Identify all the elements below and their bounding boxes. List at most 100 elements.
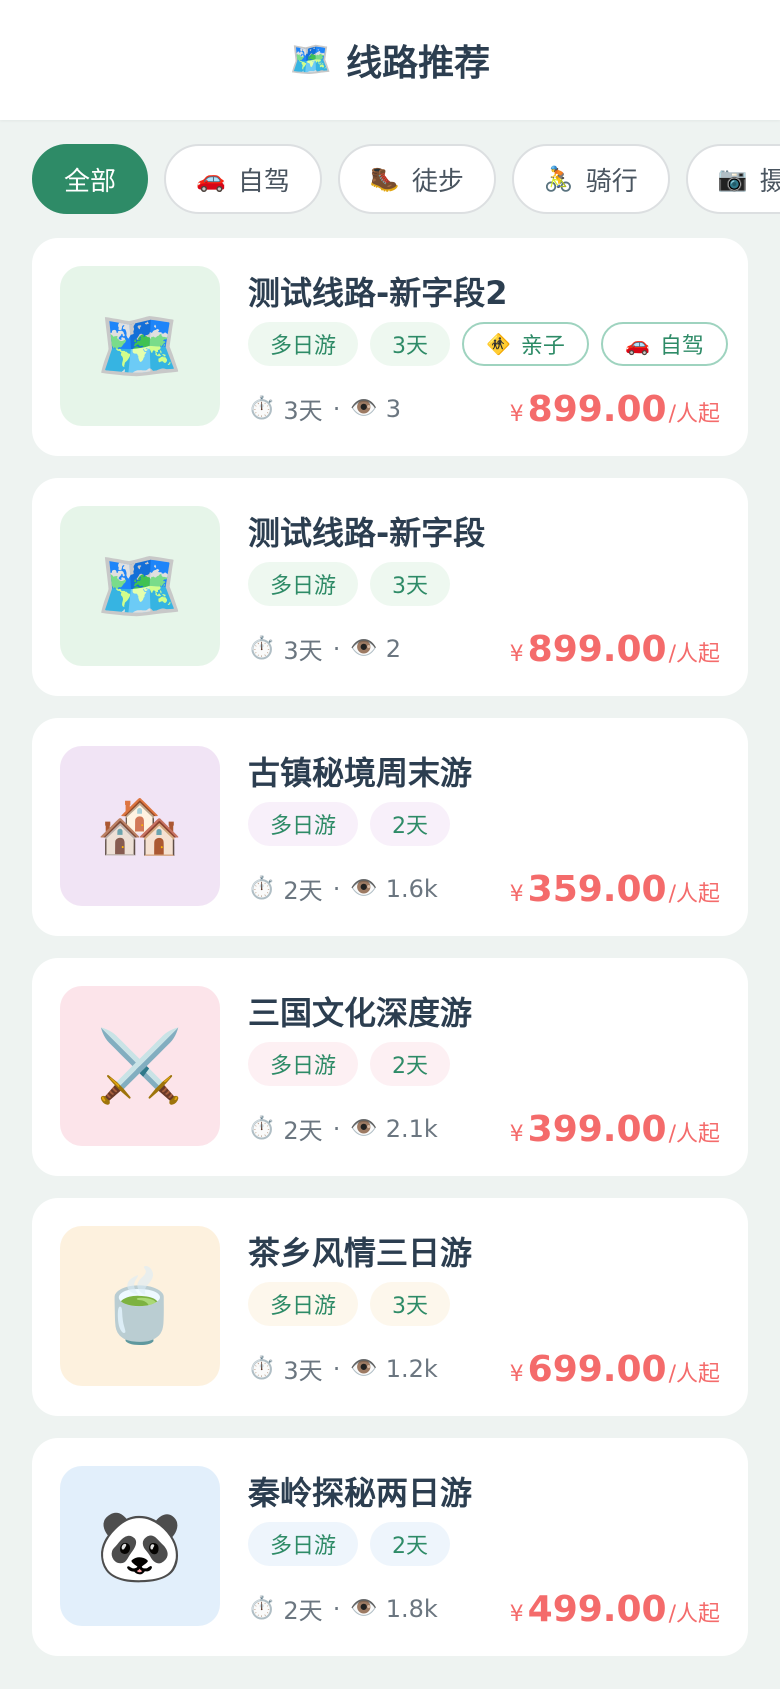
price-currency: ¥ [509,882,524,907]
stopwatch-icon: ⏱️ [248,876,276,901]
route-price: ¥499.00/人起 [510,1589,720,1630]
route-card[interactable]: 🐼 秦岭探秘两日游 多日游 2天 ⏱️ 2天 · 👁️ 1.8k ¥499.00/人起 [32,1438,748,1656]
price-unit: /人起 [668,882,720,907]
page-header: 🗺️ 线路推荐 [0,0,780,120]
route-tag: 3天 [370,322,451,366]
route-title: 秦岭探秘两日游 [248,1474,473,1512]
car-icon: 🚗 [624,332,650,356]
price-currency: ¥ [509,642,524,667]
route-card[interactable]: 🏘️ 古镇秘境周末游多日游 2天 ⏱️ 2天 · 👁️ 1.6k ¥359.00/人起 [32,718,748,936]
route-title: 茶乡风情三日游 [248,1234,473,1272]
route-price: ¥899.00/人起 [510,629,720,670]
duration-value: 2天 [283,1597,323,1625]
filter-chip-0[interactable]: 全部 [32,144,149,214]
header-title-group: 🗺️ 线路推荐 [290,34,490,86]
price-currency: ¥ [509,1602,524,1627]
route-price: ¥699.00/人起 [510,1349,720,1390]
stopwatch-icon: ⏱️ [248,396,276,421]
panda-icon: 🐼 [60,1466,220,1626]
views-count: 2 [385,634,402,663]
views-count: 1.8k [385,1594,438,1623]
route-tags: 多日游 2天 [248,802,451,846]
meta-separator: · [332,394,341,423]
filter-chip-3[interactable]: 🚴 骑行 [511,144,670,214]
route-tag: 3天 [370,1282,451,1326]
route-tags: 多日游 3天 [248,1282,451,1326]
page-title: 线路推荐 [346,43,491,84]
eye-icon: 👁️ [350,1116,378,1141]
filter-chip-label: 摄影 [759,166,780,197]
eye-icon: 👁️ [350,396,378,421]
route-tag: 多日游 [248,802,359,846]
duration-value: 2天 [283,1117,323,1145]
route-tags: 多日游 3天 🚸 亲子 🚗 自驾 [248,322,728,366]
stopwatch-icon: ⏱️ [248,1356,276,1381]
cyclist-icon: 🚴 [543,165,574,193]
eye-icon: 👁️ [350,876,378,901]
price-amount: 499.00 [527,1589,667,1630]
hiking-boot-icon: 🥾 [369,165,400,193]
price-unit: /人起 [668,642,720,667]
filter-chip-1[interactable]: 🚗 自驾 [164,144,322,214]
route-title: 古镇秘境周末游 [248,754,473,792]
views-count: 1.2k [385,1354,438,1383]
route-card[interactable]: 🗺️ 测试线路-新字段2 多日游 3天 🚸 亲子 🚗 自驾 ⏱️ 3天 · 👁️ 3 ¥899.00/人起 [32,238,748,456]
route-feature-tag-label: 亲子 [520,334,565,359]
filter-chip-4[interactable]: 📷 摄影 [685,144,780,214]
eye-icon: 👁️ [350,636,378,661]
route-tags: 多日游 2天 [248,1522,451,1566]
route-meta: ⏱️ 3天 · 👁️ 2 [248,631,401,666]
route-tag: 多日游 [248,1282,359,1326]
map-icon: 🗺️ [289,40,333,80]
meta-separator: · [332,1114,341,1143]
crossed-swords-icon: ⚔️ [60,986,220,1146]
filter-chip-label: 骑行 [585,166,638,197]
route-tag: 多日游 [248,1522,359,1566]
route-title: 测试线路-新字段 [248,514,486,552]
price-amount: 699.00 [527,1349,667,1390]
route-card[interactable]: 🗺️ 测试线路-新字段 多日游 3天 ⏱️ 3天 · 👁️ 2 ¥899.00/人起 [32,478,748,696]
camera-icon: 📷 [717,165,748,193]
price-unit: /人起 [668,1362,720,1387]
meta-separator: · [332,1354,341,1383]
route-title: 测试线路-新字段2 [248,274,508,312]
duration-value: 3天 [283,397,323,425]
views-count: 2.1k [385,1114,438,1143]
route-tags: 多日游 3天 [248,562,451,606]
tea-cup-icon: 🍵 [60,1226,220,1386]
map-icon: 🗺️ [60,266,220,426]
price-amount: 899.00 [527,389,667,430]
route-card[interactable]: ⚔️ 三国文化深度游 多日游 2天 ⏱️ 2天 · 👁️ 2.1k ¥399.00/人起 [32,958,748,1176]
houses-icon: 🏘️ [60,746,220,906]
route-tag: 2天 [370,802,451,846]
route-tag: 多日游 [248,562,359,606]
route-meta: ⏱️ 2天 · 👁️ 2.1k [248,1111,438,1146]
eye-icon: 👁️ [350,1356,378,1381]
route-tag: 2天 [370,1522,451,1566]
route-feature-tag: 🚸 亲子 [462,322,589,366]
stopwatch-icon: ⏱️ [248,1116,276,1141]
route-price: ¥399.00/人起 [510,1109,720,1150]
route-meta: ⏱️ 3天 · 👁️ 3 [248,391,401,426]
meta-separator: · [332,1594,341,1623]
price-unit: /人起 [668,1122,720,1147]
route-price: ¥359.00/人起 [510,869,720,910]
price-unit: /人起 [668,402,720,427]
route-card[interactable]: 🍵 茶乡风情三日游多日游 3天 ⏱️ 3天 · 👁️ 1.2k ¥699.00/人起 [32,1198,748,1416]
route-feature-tag-label: 自驾 [659,334,704,359]
route-feature-tag: 🚗 自驾 [600,322,728,366]
price-currency: ¥ [509,1122,524,1147]
eye-icon: 👁️ [350,1596,378,1621]
route-meta: ⏱️ 3天 · 👁️ 1.2k [248,1351,438,1386]
route-price: ¥899.00/人起 [510,389,720,430]
filter-chip-label: 自驾 [237,166,290,197]
filter-chip-2[interactable]: 🥾 徒步 [337,144,496,214]
views-count: 1.6k [385,874,438,903]
price-currency: ¥ [509,1362,524,1387]
stopwatch-icon: ⏱️ [248,1596,276,1621]
route-list: 🗺️ 测试线路-新字段2 多日游 3天 🚸 亲子 🚗 自驾 ⏱️ 3天 · 👁️ 3 ¥899.00/人起… [32,238,748,1678]
route-meta: ⏱️ 2天 · 👁️ 1.8k [248,1591,438,1626]
family-icon: 🚸 [486,332,511,356]
filter-chip-label: 徒步 [411,166,464,197]
meta-separator: · [332,874,341,903]
